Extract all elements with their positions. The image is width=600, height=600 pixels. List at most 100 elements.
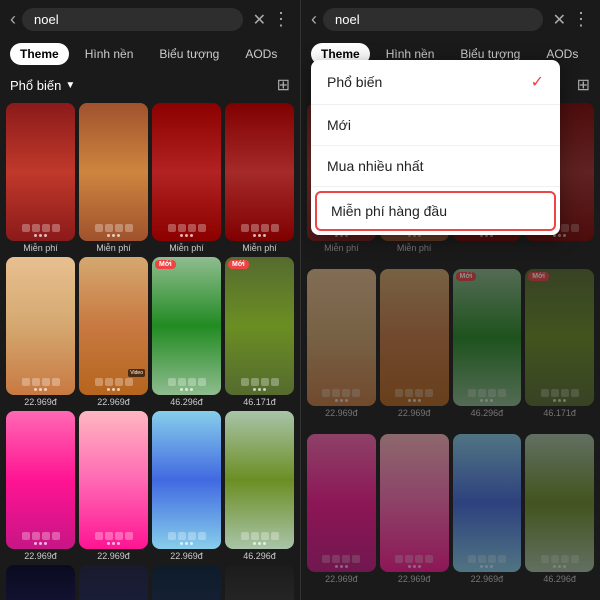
- themes-grid-left: Miễn phí Miễn phí Miễn phí: [0, 99, 300, 600]
- theme-badge: Mới: [155, 260, 176, 269]
- list-item[interactable]: Miễn phí: [152, 103, 221, 253]
- search-input-right[interactable]: noel: [323, 8, 543, 31]
- list-item[interactable]: 22.969đ: [453, 434, 522, 596]
- grid-view-icon-right[interactable]: ⊞: [577, 75, 590, 95]
- theme-price: 46.171đ: [543, 408, 576, 418]
- list-item[interactable]: 22.969đ: [6, 411, 75, 561]
- list-item[interactable]: [79, 565, 148, 600]
- theme-price: 22.969đ: [97, 397, 130, 407]
- tab-bar-left: Theme Hình nền Biểu tượng AODs: [0, 39, 300, 71]
- theme-thumbnail: Mới: [453, 269, 522, 407]
- list-item[interactable]: 22.969đ: [152, 411, 221, 561]
- tab-aods-left[interactable]: AODs: [235, 43, 287, 65]
- dropdown-item-new[interactable]: Mới: [311, 105, 560, 146]
- theme-price: Miễn phí: [169, 243, 204, 253]
- list-item[interactable]: Miễn phí: [79, 103, 148, 253]
- theme-badge: Mới: [528, 272, 549, 281]
- search-query-right: noel: [335, 12, 360, 27]
- tab-icons-left[interactable]: Biểu tượng: [149, 43, 229, 65]
- list-item[interactable]: Miễn phí: [6, 103, 75, 253]
- sort-label-text-left: Phổ biến: [10, 78, 61, 93]
- theme-thumbnail: [225, 103, 294, 241]
- theme-price: 22.969đ: [24, 397, 57, 407]
- dropdown-item-bestseller[interactable]: Mua nhiều nhất: [311, 146, 560, 187]
- list-item[interactable]: [152, 565, 221, 600]
- theme-price: Miễn phí: [23, 243, 58, 253]
- search-bar-right: ‹ noel ✕ ⋮: [301, 0, 600, 39]
- list-item[interactable]: [6, 565, 75, 600]
- tab-wallpaper-left[interactable]: Hình nền: [75, 43, 144, 65]
- theme-thumbnail: [79, 565, 148, 600]
- sort-dropdown-menu: Phổ biến ✓ Mới Mua nhiều nhất Miễn phí h…: [311, 60, 560, 235]
- tab-theme-left[interactable]: Theme: [10, 43, 69, 65]
- more-button-left[interactable]: ⋮: [272, 9, 290, 30]
- dropdown-item-popular[interactable]: Phổ biến ✓: [311, 60, 560, 105]
- theme-thumbnail: [6, 257, 75, 395]
- list-item[interactable]: Mới 46.171đ: [225, 257, 294, 407]
- list-item[interactable]: 22.969đ: [6, 257, 75, 407]
- list-item[interactable]: 22.969đ: [79, 411, 148, 561]
- close-button-left[interactable]: ✕: [253, 10, 266, 30]
- theme-price: Miễn phí: [397, 243, 432, 253]
- list-item[interactable]: 22.969đ: [380, 269, 449, 431]
- more-button-right[interactable]: ⋮: [572, 9, 590, 30]
- theme-thumbnail: [152, 565, 221, 600]
- left-panel: ‹ noel ✕ ⋮ Theme Hình nền Biểu tượng AOD…: [0, 0, 300, 600]
- theme-badge: Mới: [228, 260, 249, 269]
- search-query-left: noel: [34, 12, 59, 27]
- theme-thumbnail: [307, 434, 376, 572]
- list-item[interactable]: Mới 46.296đ: [453, 269, 522, 431]
- sort-arrow-left: ▼: [65, 80, 75, 91]
- theme-price: Miễn phí: [242, 243, 277, 253]
- list-item[interactable]: 46.296đ: [525, 434, 594, 596]
- theme-price: 22.969đ: [24, 551, 57, 561]
- theme-price: 22.969đ: [325, 408, 358, 418]
- theme-thumbnail: [152, 103, 221, 241]
- right-panel: ‹ noel ✕ ⋮ Theme Hình nền Biểu tượng AOD…: [300, 0, 600, 600]
- theme-thumbnail: [307, 269, 376, 407]
- theme-price: 46.296đ: [471, 408, 504, 418]
- list-item[interactable]: [225, 565, 294, 600]
- theme-price: Miễn phí: [324, 243, 359, 253]
- grid-view-icon-left[interactable]: ⊞: [277, 75, 290, 95]
- theme-thumbnail: Video: [79, 257, 148, 395]
- dropdown-item-free-top[interactable]: Miễn phí hàng đầu: [315, 191, 556, 231]
- theme-thumbnail: [380, 269, 449, 407]
- list-item[interactable]: Mới 46.296đ: [152, 257, 221, 407]
- check-icon: ✓: [531, 72, 544, 92]
- dropdown-item-label: Mới: [327, 117, 351, 133]
- theme-thumbnail: [225, 411, 294, 549]
- theme-price: 22.969đ: [170, 551, 203, 561]
- list-item[interactable]: 22.969đ: [307, 434, 376, 596]
- list-item[interactable]: 46.296đ: [225, 411, 294, 561]
- theme-thumbnail: [79, 103, 148, 241]
- theme-thumbnail: [6, 411, 75, 549]
- theme-thumbnail: [380, 434, 449, 572]
- theme-price: 46.296đ: [243, 551, 276, 561]
- list-item[interactable]: 22.969đ: [307, 269, 376, 431]
- list-item[interactable]: Video 22.969đ: [79, 257, 148, 407]
- sort-bar-left: Phổ biến ▼ ⊞: [0, 71, 300, 99]
- theme-badge: Mới: [456, 272, 477, 281]
- theme-thumbnail: [225, 565, 294, 600]
- theme-price: 46.171đ: [243, 397, 276, 407]
- theme-thumbnail: Mới: [152, 257, 221, 395]
- theme-thumbnail: Mới: [525, 269, 594, 407]
- back-button-left[interactable]: ‹: [10, 9, 16, 30]
- theme-thumbnail: [79, 411, 148, 549]
- list-item[interactable]: 22.969đ: [380, 434, 449, 596]
- sort-dropdown-left[interactable]: Phổ biến ▼: [10, 78, 75, 93]
- dropdown-item-label: Miễn phí hàng đầu: [331, 203, 447, 219]
- search-input-left[interactable]: noel: [22, 8, 243, 31]
- theme-price: 22.969đ: [398, 408, 431, 418]
- theme-thumbnail: [453, 434, 522, 572]
- list-item[interactable]: Miễn phí: [225, 103, 294, 253]
- theme-price: Miễn phí: [96, 243, 131, 253]
- close-button-right[interactable]: ✕: [553, 10, 566, 30]
- back-button-right[interactable]: ‹: [311, 9, 317, 30]
- list-item[interactable]: Mới 46.171đ: [525, 269, 594, 431]
- theme-thumbnail: [152, 411, 221, 549]
- theme-price: 22.969đ: [471, 574, 504, 584]
- theme-price: 22.969đ: [325, 574, 358, 584]
- theme-price: 46.296đ: [170, 397, 203, 407]
